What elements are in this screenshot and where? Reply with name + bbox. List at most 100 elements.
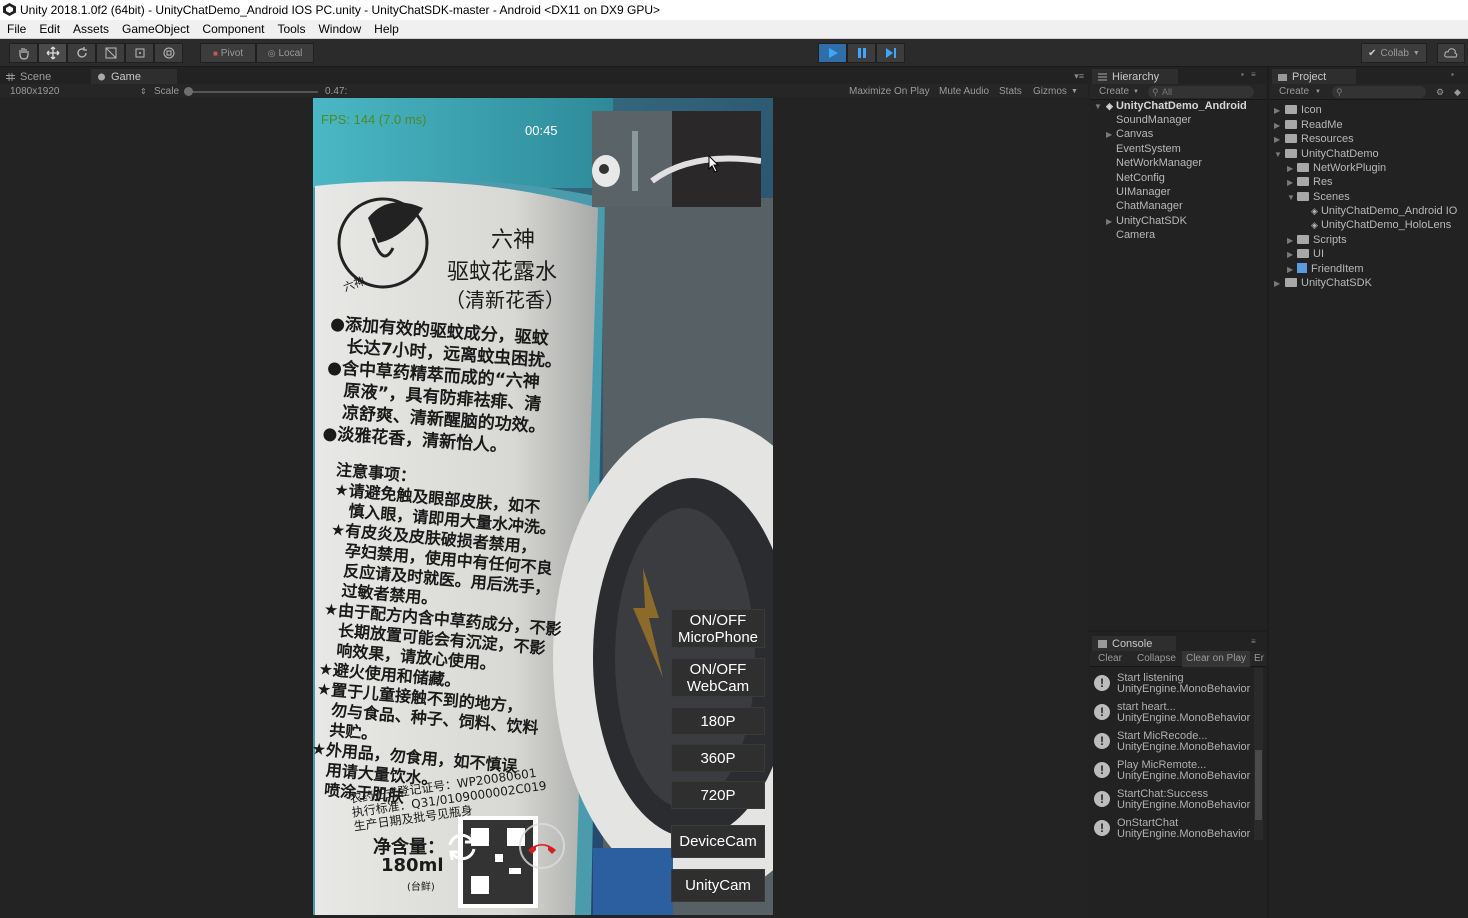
console-log-row[interactable]: ! start heart... UnityEngine.MonoBehavior <box>1090 699 1254 728</box>
hierarchy-root-scene[interactable]: ◈ UnityChatDemo_Android <box>1106 100 1264 112</box>
hierarchy-item[interactable]: SoundManager <box>1116 114 1191 126</box>
transform-tool-button[interactable] <box>154 43 183 63</box>
project-folder-res[interactable]: Res <box>1297 176 1333 188</box>
tab-project[interactable]: Project <box>1272 69 1356 85</box>
project-scene-android[interactable]: ◈ UnityChatDemo_Android IO <box>1311 205 1468 217</box>
collapse-arrow-icon[interactable]: ▶ <box>1106 130 1112 139</box>
menu-tools[interactable]: Tools <box>270 20 311 39</box>
resolution-180p-button[interactable]: 180P <box>671 707 765 735</box>
menu-gameobject[interactable]: GameObject <box>115 20 195 39</box>
folder-icon <box>1297 163 1309 172</box>
hand-tool-button[interactable] <box>9 43 38 63</box>
collapse-arrow-icon[interactable]: ▶ <box>1274 279 1280 288</box>
console-log-row[interactable]: ! Start MicRecode... UnityEngine.MonoBehav… <box>1090 728 1254 757</box>
menu-assets[interactable]: Assets <box>66 20 115 39</box>
collab-button[interactable]: ✔ Collab ▼ <box>1361 43 1427 63</box>
expand-arrow-icon[interactable]: ▼ <box>1287 193 1295 202</box>
expand-arrow-icon[interactable]: ▼ <box>1094 102 1102 111</box>
cloud-button[interactable] <box>1437 43 1465 63</box>
console-log-row[interactable]: ! OnStartChat UnityEngine.MonoBehavior <box>1090 815 1254 844</box>
collapse-arrow-icon[interactable]: ▶ <box>1287 164 1293 173</box>
transform-icon <box>163 47 174 59</box>
console-clear-button[interactable]: Clear <box>1098 651 1122 667</box>
project-folder-networkplugin[interactable]: NetWorkPlugin <box>1297 162 1386 174</box>
tab-game[interactable]: Game <box>91 69 177 85</box>
collapse-arrow-icon[interactable]: ▶ <box>1287 178 1293 187</box>
hierarchy-search-input[interactable]: All ⚲ <box>1148 86 1254 98</box>
console-error-pause-button[interactable]: Er <box>1254 651 1264 667</box>
panel-menu-icon[interactable]: ≡ <box>1251 70 1256 79</box>
scale-slider[interactable] <box>184 87 318 96</box>
project-search-input[interactable]: ⚲ <box>1332 86 1426 98</box>
rotate-tool-button[interactable] <box>67 43 96 63</box>
console-log-row[interactable]: ! Start listening UnityEngine.MonoBehavior <box>1090 670 1254 699</box>
console-log-row[interactable]: ! StartChat:Success UnityEngine.MonoBehavi… <box>1090 786 1254 815</box>
project-folder-scripts[interactable]: Scripts <box>1297 234 1347 246</box>
rect-tool-button[interactable] <box>125 43 154 63</box>
hierarchy-item[interactable]: ChatManager <box>1116 200 1183 212</box>
lock-icon[interactable]: ▪ <box>1451 70 1454 79</box>
resolution-720p-button[interactable]: 720P <box>671 781 765 809</box>
project-folder-unitychatsdk[interactable]: UnityChatSDK <box>1285 277 1372 289</box>
local-button[interactable]: ◎ Local <box>256 43 314 63</box>
unitycam-button[interactable]: UnityCam <box>671 869 765 902</box>
console-collapse-button[interactable]: Collapse <box>1137 651 1176 667</box>
hierarchy-create-button[interactable]: Create <box>1099 84 1129 100</box>
console-clear-on-play-button[interactable]: Clear on Play <box>1182 651 1250 667</box>
project-scene-hololens[interactable]: ◈ UnityChatDemo_HoloLens <box>1311 219 1468 231</box>
hierarchy-item[interactable]: Canvas <box>1116 128 1153 140</box>
play-button[interactable] <box>818 43 847 63</box>
scale-slider-thumb[interactable] <box>184 87 193 96</box>
toggle-microphone-button[interactable]: ON/OFF MicroPhone <box>671 609 765 648</box>
toggle-webcam-button[interactable]: ON/OFF WebCam <box>671 658 765 697</box>
hierarchy-item[interactable]: EventSystem <box>1116 143 1181 155</box>
console-log-row[interactable]: ! Play MicRemote... UnityEngine.MonoBehavi… <box>1090 757 1254 786</box>
collapse-arrow-icon[interactable]: ▶ <box>1106 217 1112 226</box>
tab-scene[interactable]: Scene <box>0 69 88 85</box>
project-prefab-frienditem[interactable]: FriendItem <box>1297 263 1364 275</box>
project-folder-icon[interactable]: Icon <box>1285 104 1322 116</box>
collapse-arrow-icon[interactable]: ▶ <box>1274 135 1280 144</box>
pause-button[interactable] <box>847 43 876 63</box>
hang-up-icon[interactable] <box>518 822 566 870</box>
pivot-button[interactable]: ■ Pivot <box>200 43 256 63</box>
console-scrollbar[interactable] <box>1254 668 1263 840</box>
project-folder-readme[interactable]: ReadMe <box>1285 119 1343 131</box>
project-folder-ui[interactable]: UI <box>1297 248 1324 260</box>
menu-component[interactable]: Component <box>195 20 270 39</box>
console-scrollbar-thumb[interactable] <box>1255 750 1262 820</box>
project-folder-scenes[interactable]: Scenes <box>1297 191 1350 203</box>
menu-help[interactable]: Help <box>367 20 405 39</box>
devicecam-button[interactable]: DeviceCam <box>671 825 765 858</box>
project-folder-resources[interactable]: Resources <box>1285 133 1354 145</box>
unity-scene-icon: ◈ <box>1311 206 1318 216</box>
resolution-360p-button[interactable]: 360P <box>671 744 765 772</box>
lock-icon[interactable]: ▪ <box>1241 70 1244 79</box>
collapse-arrow-icon[interactable]: ▶ <box>1287 250 1293 259</box>
step-button[interactable] <box>876 43 905 63</box>
project-create-button[interactable]: Create <box>1279 84 1309 100</box>
tab-hierarchy[interactable]: Hierarchy <box>1092 69 1178 85</box>
panel-menu-icon[interactable]: ≡ <box>1251 637 1256 646</box>
collapse-arrow-icon[interactable]: ▶ <box>1287 236 1293 245</box>
collapse-arrow-icon[interactable]: ▶ <box>1274 121 1280 130</box>
tab-console[interactable]: Console <box>1092 636 1176 652</box>
filter-by-label-icon[interactable]: ◆ <box>1454 84 1461 100</box>
hierarchy-item[interactable]: Camera <box>1116 229 1155 241</box>
hierarchy-item[interactable]: UIManager <box>1116 186 1170 198</box>
switch-camera-icon[interactable] <box>444 829 480 865</box>
menu-window[interactable]: Window <box>311 20 367 39</box>
filter-by-type-icon[interactable]: ⚙ <box>1436 84 1444 100</box>
collapse-arrow-icon[interactable]: ▶ <box>1274 106 1280 115</box>
hierarchy-item[interactable]: NetConfig <box>1116 172 1165 184</box>
scale-tool-button[interactable] <box>96 43 125 63</box>
move-tool-button[interactable] <box>38 43 67 63</box>
menu-file[interactable]: File <box>0 20 32 39</box>
project-folder-unitychatdemo[interactable]: UnityChatDemo <box>1285 148 1379 160</box>
hierarchy-item[interactable]: NetWorkManager <box>1116 157 1202 169</box>
hierarchy-item[interactable]: UnityChatSDK <box>1116 215 1187 227</box>
menu-edit[interactable]: Edit <box>32 20 66 39</box>
panel-menu-icon[interactable]: ▾≡ <box>1074 71 1084 82</box>
collapse-arrow-icon[interactable]: ▶ <box>1287 265 1293 274</box>
expand-arrow-icon[interactable]: ▼ <box>1274 150 1282 159</box>
